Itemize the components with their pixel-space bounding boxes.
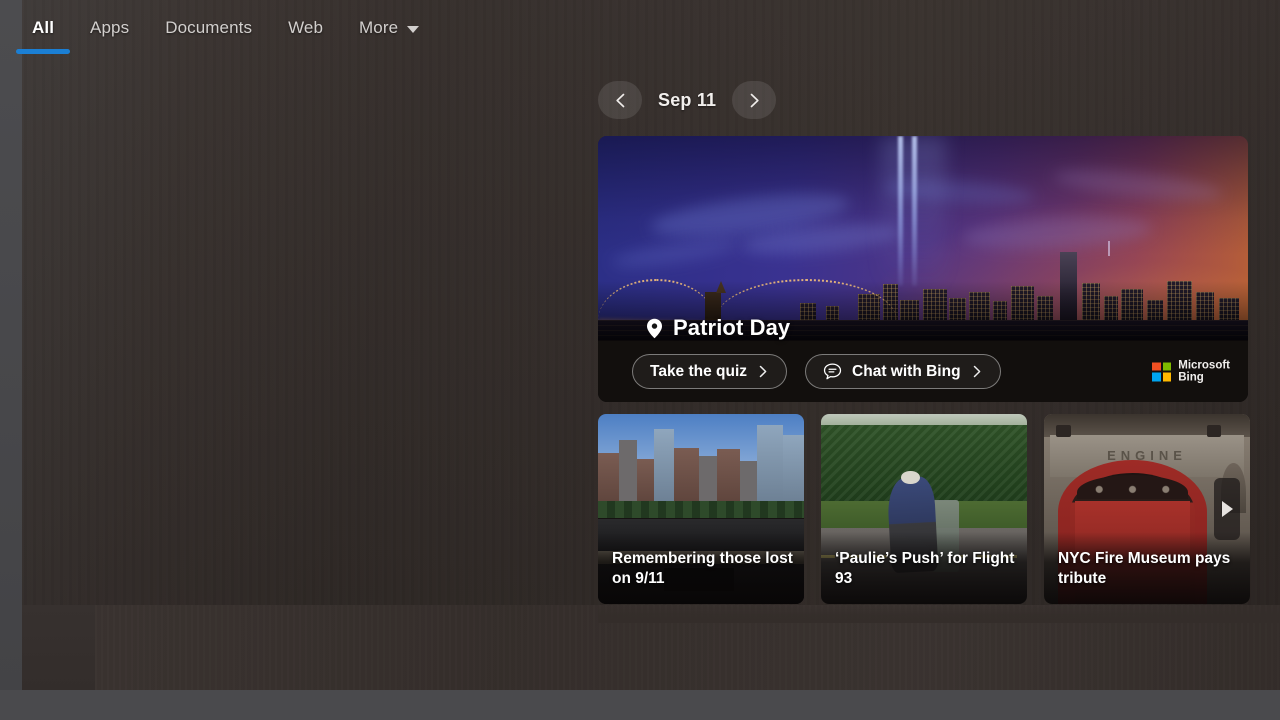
building — [598, 452, 621, 506]
chat-with-bing-button[interactable]: Chat with Bing — [805, 354, 1001, 389]
date-navigation: Sep 11 — [598, 78, 1250, 122]
ms-square-green — [1162, 362, 1172, 371]
chevron-left-icon — [615, 93, 624, 107]
building — [740, 461, 757, 506]
building — [783, 434, 804, 506]
tab-documents[interactable]: Documents — [147, 0, 270, 56]
carousel-next-button[interactable] — [1214, 478, 1240, 540]
building — [717, 449, 741, 506]
wtc-spire — [1108, 241, 1111, 257]
building — [756, 425, 784, 506]
tab-all-label: All — [32, 18, 55, 37]
building — [653, 429, 675, 506]
building — [637, 458, 654, 506]
story-title: Remembering those lost on 9/11 — [612, 550, 793, 587]
related-stories-carousel: Remembering those lost on 9/11 ‘Paulie’s… — [598, 414, 1250, 604]
trees — [598, 501, 804, 519]
chevron-right-icon — [973, 365, 980, 378]
brand-line-microsoft: Microsoft — [1178, 359, 1230, 371]
story-card-paulies-push[interactable]: ‘Paulie’s Push’ for Flight 93 — [821, 414, 1027, 604]
play-right-arrow-icon — [1221, 501, 1233, 517]
chat-with-bing-label: Chat with Bing — [852, 362, 961, 380]
search-flyout-screen: All Apps Documents Web More Sep 11 Patri… — [0, 0, 1280, 720]
tab-apps-label: Apps — [90, 18, 130, 37]
tab-web[interactable]: Web — [270, 0, 341, 56]
story-card-remembering-those-lost[interactable]: Remembering those lost on 9/11 — [598, 414, 804, 604]
story-card-nyc-fire-museum[interactable]: ENGINE NYC Fire Museum pays tribute — [1044, 414, 1250, 604]
search-tabbar: All Apps Documents Web More — [0, 0, 1280, 56]
highlights-content-column: Sep 11 Patriot Day Take the quiz Chat wi… — [598, 78, 1250, 604]
building — [674, 447, 699, 506]
ms-square-blue — [1152, 372, 1161, 381]
chevron-right-icon — [759, 365, 767, 378]
tab-more[interactable]: More — [341, 0, 437, 56]
wall-lamp — [1056, 425, 1071, 437]
chat-bubble-icon — [823, 363, 842, 380]
story-title: ‘Paulie’s Push’ for Flight 93 — [835, 550, 1015, 587]
flyout-panel-lower — [95, 605, 1280, 690]
tab-apps[interactable]: Apps — [72, 0, 147, 56]
hero-title: Patriot Day — [673, 315, 791, 340]
story-title: NYC Fire Museum pays tribute — [1058, 550, 1231, 587]
left-gray-strip — [0, 0, 22, 690]
previous-day-button[interactable] — [598, 81, 642, 119]
tab-active-underline — [16, 49, 71, 54]
building — [618, 439, 638, 506]
take-the-quiz-button[interactable]: Take the quiz — [632, 354, 788, 389]
microsoft-logo-icon — [1152, 362, 1172, 381]
hero-card-patriot-day[interactable]: Patriot Day Take the quiz Chat with Bing — [598, 136, 1248, 402]
chevron-right-icon — [750, 93, 759, 107]
wall-lamp — [1206, 425, 1222, 437]
location-pin-icon — [647, 318, 662, 338]
flyout-panel-left-lower — [22, 605, 95, 690]
tab-web-label: Web — [288, 18, 324, 37]
microsoft-bing-wordmark: Microsoft Bing — [1178, 359, 1230, 384]
tab-more-label: More — [359, 18, 399, 37]
tab-documents-label: Documents — [165, 18, 253, 37]
hero-caption: Patriot Day — [598, 315, 1248, 341]
current-date-label: Sep 11 — [658, 89, 717, 110]
microsoft-bing-logo: Microsoft Bing — [1152, 359, 1230, 384]
hero-action-bar: Take the quiz Chat with Bing Microsoft B… — [598, 341, 1248, 402]
take-the-quiz-label: Take the quiz — [650, 362, 748, 380]
ms-square-yellow — [1162, 372, 1172, 381]
brand-line-bing: Bing — [1178, 371, 1204, 384]
ms-square-red — [1152, 362, 1161, 371]
next-day-button[interactable] — [732, 81, 777, 119]
buildings — [598, 425, 804, 506]
tab-all[interactable]: All — [14, 0, 72, 56]
chevron-down-icon — [407, 25, 420, 33]
building — [698, 455, 718, 506]
